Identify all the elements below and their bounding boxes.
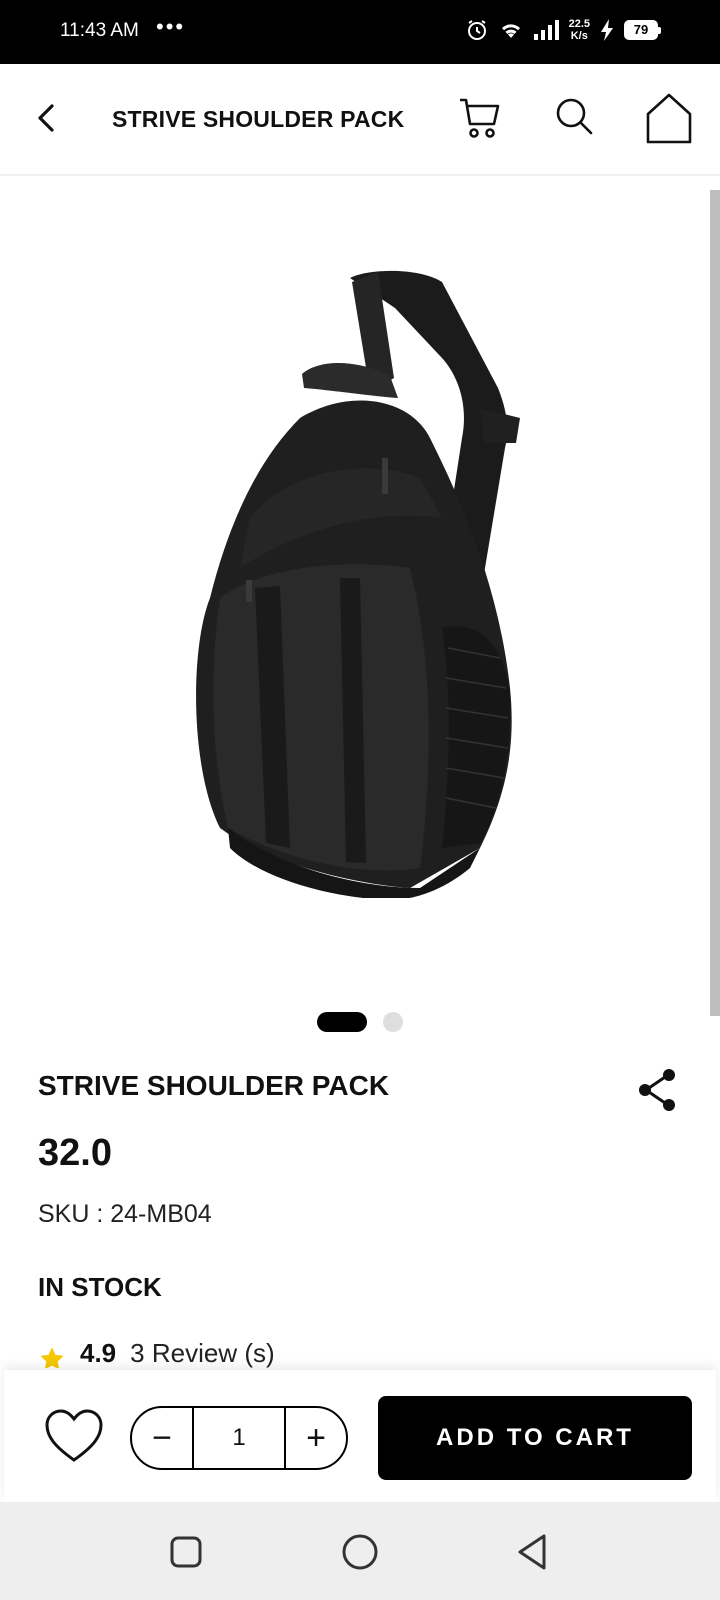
heart-icon — [45, 1409, 103, 1462]
sku-value: 24-MB04 — [110, 1200, 212, 1228]
battery-indicator: 79 — [624, 20, 661, 40]
net-speed-unit: K/s — [570, 30, 588, 42]
triangle-back-icon — [518, 1534, 546, 1570]
back-icon — [38, 104, 54, 132]
search-button[interactable] — [550, 92, 600, 142]
product-image — [196, 270, 520, 898]
quantity-stepper: − 1 + — [130, 1406, 348, 1470]
share-button[interactable] — [636, 1066, 680, 1114]
status-bar: 11:43 AM ••• 22.5 K/s 79 — [0, 0, 720, 64]
add-to-cart-button[interactable]: ADD TO CART — [378, 1396, 692, 1480]
home-icon — [646, 93, 692, 144]
wifi-icon — [501, 24, 520, 38]
product-price: 32.0 — [38, 1132, 112, 1174]
signal-icon — [533, 20, 559, 40]
back-nav-button[interactable] — [512, 1530, 556, 1574]
status-time: 11:43 AM — [60, 20, 139, 41]
scrollbar[interactable] — [710, 190, 720, 1016]
system-nav-bar — [0, 1502, 720, 1600]
rating-row[interactable]: 4.9 3 Review (s) — [38, 1338, 275, 1368]
cart-button[interactable] — [456, 92, 506, 142]
share-icon — [639, 1069, 675, 1111]
back-button[interactable] — [30, 98, 66, 138]
stock-status: IN STOCK — [38, 1272, 162, 1302]
home-nav-button[interactable] — [338, 1530, 382, 1574]
pager-dot-active[interactable] — [317, 1012, 367, 1032]
home-button[interactable] — [644, 92, 694, 144]
app-header: STRIVE SHOULDER PACK — [0, 64, 720, 176]
star-icon — [40, 1347, 64, 1368]
circle-home-icon — [342, 1534, 378, 1570]
status-icons: 22.5 K/s 79 — [465, 18, 661, 42]
bottom-action-bar: − 1 + ADD TO CART — [4, 1370, 716, 1502]
search-icon — [556, 98, 593, 135]
quantity-increase-button[interactable]: + — [286, 1408, 346, 1468]
sku-label: SKU : — [38, 1200, 104, 1228]
reviews-link[interactable]: 3 Review (s) — [130, 1338, 274, 1368]
recents-icon — [170, 1536, 202, 1568]
quantity-decrease-button[interactable]: − — [132, 1408, 192, 1468]
recents-button[interactable] — [164, 1530, 208, 1574]
product-image-gallery[interactable] — [0, 178, 720, 1008]
charging-icon — [601, 19, 613, 41]
alarm-icon — [467, 20, 486, 40]
page-title: STRIVE SHOULDER PACK — [112, 106, 405, 132]
net-speed-value: 22.5 — [568, 18, 590, 30]
status-notification-dots: ••• — [156, 14, 186, 39]
quantity-input[interactable]: 1 — [192, 1408, 286, 1468]
sku-row: SKU : 24-MB04 — [38, 1200, 212, 1229]
network-speed: 22.5 K/s — [569, 18, 590, 42]
wishlist-button[interactable] — [44, 1408, 104, 1464]
pager-dot[interactable] — [383, 1012, 403, 1032]
rating-value: 4.9 — [80, 1338, 117, 1368]
cart-icon — [460, 98, 500, 138]
product-name: STRIVE SHOULDER PACK — [38, 1070, 390, 1101]
